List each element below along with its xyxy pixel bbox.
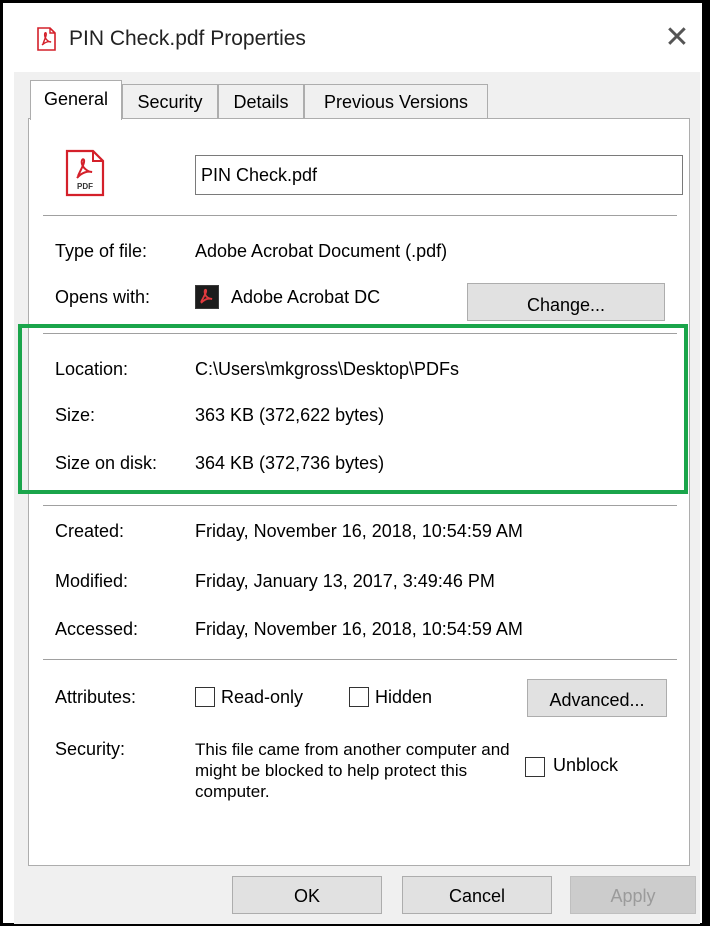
separator	[43, 505, 677, 506]
change-button[interactable]: Change...	[467, 283, 665, 321]
separator	[43, 659, 677, 660]
svg-text:PDF: PDF	[77, 182, 93, 191]
type-of-file-value: Adobe Acrobat Document (.pdf)	[195, 241, 448, 261]
location-value: C:\Users\mkgross\Desktop\PDFs	[195, 359, 460, 379]
hidden-label[interactable]: Hidden	[375, 687, 432, 708]
accessed-value: Friday, November 16, 2018, 10:54:59 AM	[195, 619, 523, 639]
security-message: This file came from another computer and…	[195, 740, 510, 801]
window-title: PIN Check.pdf Properties	[69, 27, 306, 50]
title-bar: PIN Check.pdf Properties ✕	[14, 10, 700, 72]
type-of-file-label: Type of file:	[55, 241, 148, 261]
location-label: Location:	[55, 359, 129, 379]
general-tab-panel: PDF Type of file: Adobe Acrobat Document…	[28, 118, 690, 866]
opens-with-value: Adobe Acrobat DC	[231, 287, 381, 307]
readonly-label[interactable]: Read-only	[221, 687, 303, 708]
tab-security[interactable]: Security	[122, 84, 218, 118]
size-label: Size:	[55, 405, 96, 425]
acrobat-icon	[195, 285, 219, 309]
created-value: Friday, November 16, 2018, 10:54:59 AM	[195, 521, 523, 541]
size-value: 363 KB (372,622 bytes)	[195, 405, 385, 425]
tab-general[interactable]: General	[30, 80, 122, 120]
unblock-label[interactable]: Unblock	[553, 755, 618, 776]
cancel-button[interactable]: Cancel	[402, 876, 552, 914]
size-on-disk-value: 364 KB (372,736 bytes)	[195, 453, 385, 473]
properties-dialog: PIN Check.pdf Properties ✕ General Secur…	[14, 10, 700, 924]
size-on-disk-label: Size on disk:	[55, 453, 158, 473]
frame-edge	[702, 0, 710, 926]
hidden-checkbox[interactable]	[349, 687, 369, 707]
file-name-input[interactable]	[195, 155, 683, 195]
separator	[43, 333, 677, 334]
apply-button[interactable]: Apply	[570, 876, 696, 914]
security-label: Security:	[55, 739, 126, 759]
accessed-label: Accessed:	[55, 619, 139, 639]
readonly-checkbox[interactable]	[195, 687, 215, 707]
pdf-title-icon	[37, 27, 56, 51]
attributes-label: Attributes:	[55, 687, 137, 707]
advanced-button[interactable]: Advanced...	[527, 679, 667, 717]
modified-label: Modified:	[55, 571, 129, 591]
tab-previous-versions[interactable]: Previous Versions	[304, 84, 488, 118]
ok-button[interactable]: OK	[232, 876, 382, 914]
separator	[43, 215, 677, 216]
close-icon[interactable]: ✕	[664, 23, 690, 53]
pdf-file-icon: PDF	[65, 149, 105, 197]
opens-with-label: Opens with:	[55, 287, 151, 307]
created-label: Created:	[55, 521, 125, 541]
modified-value: Friday, January 13, 2017, 3:49:46 PM	[195, 571, 495, 591]
tab-details[interactable]: Details	[218, 84, 304, 118]
unblock-checkbox[interactable]	[525, 757, 545, 777]
